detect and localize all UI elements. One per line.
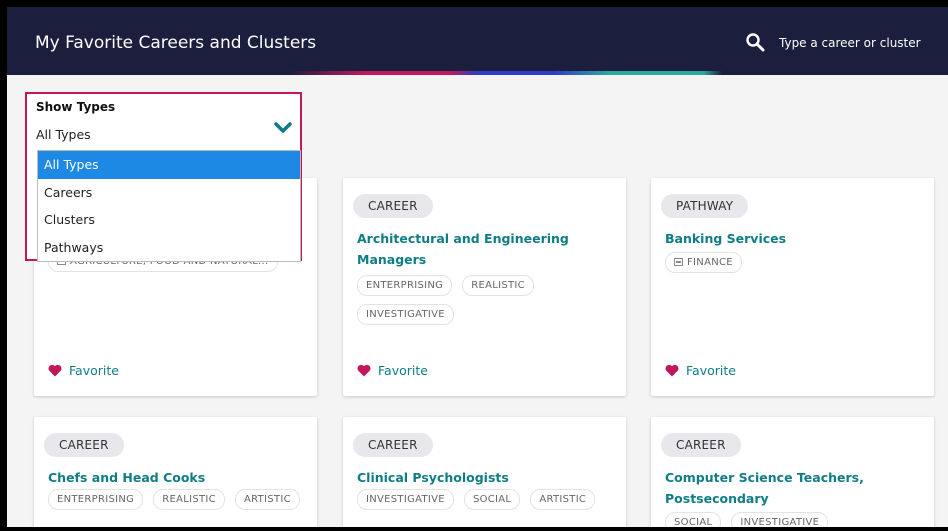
card-type-badge: CAREER: [353, 433, 433, 457]
app-header: My Favorite Careers and Clusters Type a …: [7, 7, 948, 71]
card-title-link[interactable]: Chefs and Head Cooks: [48, 467, 305, 488]
tag: SOCIAL: [463, 489, 521, 510]
tag: ENTERPRISING: [357, 275, 453, 296]
card-title-link[interactable]: Architectural and Engineering Managers: [357, 228, 614, 270]
cluster-icon: [674, 258, 683, 266]
tag: ARTISTIC: [530, 489, 596, 510]
card-tags: INVESTIGATIVE SOCIAL ARTISTIC: [357, 489, 616, 510]
favorite-label: Favorite: [378, 363, 428, 378]
card-type-badge: CAREER: [661, 433, 741, 457]
tag: ARTISTIC: [234, 489, 300, 510]
favorite-label: Favorite: [69, 363, 119, 378]
favorite-button[interactable]: Favorite: [665, 363, 736, 378]
tag: REALISTIC: [153, 489, 225, 510]
card-tags: FINANCE: [665, 252, 924, 273]
card-title-link[interactable]: Banking Services: [665, 228, 922, 249]
card-title-link[interactable]: Computer Science Teachers, Postsecondary: [665, 467, 922, 509]
heart-icon: [665, 364, 679, 377]
option-all-types[interactable]: All Types: [38, 151, 300, 179]
favorite-button[interactable]: Favorite: [357, 363, 428, 378]
card-type-badge: CAREER: [44, 433, 124, 457]
search-input[interactable]: Type a career or cluster: [779, 36, 921, 50]
card-tags: ENTERPRISING REALISTIC ARTISTIC: [48, 489, 307, 510]
card-title-link[interactable]: Clinical Psychologists: [357, 467, 614, 488]
heart-icon: [48, 364, 62, 377]
frame-top: [0, 0, 948, 7]
card-type-badge: PATHWAY: [661, 194, 749, 218]
favorite-button[interactable]: Favorite: [48, 363, 119, 378]
result-card[interactable]: CAREER Clinical Psychologists INVESTIGAT…: [343, 417, 626, 531]
cluster-tag: FINANCE: [665, 252, 742, 273]
card-tags: ENTERPRISING REALISTIC INVESTIGATIVE: [357, 275, 557, 325]
tag: ENTERPRISING: [48, 489, 144, 510]
filter-selected-value[interactable]: All Types: [36, 127, 91, 142]
option-clusters[interactable]: Clusters: [38, 206, 300, 234]
filter-options-list: All Types Careers Clusters Pathways: [37, 150, 301, 262]
tag: INVESTIGATIVE: [357, 489, 454, 510]
filter-label: Show Types: [36, 100, 116, 114]
show-types-filter[interactable]: Show Types All Types All Types Careers C…: [25, 92, 302, 262]
main-content: AGRICULTURE, FOOD AND NATURAL... Favorit…: [7, 75, 948, 531]
tag: REALISTIC: [462, 275, 534, 296]
result-card[interactable]: CAREER Chefs and Head Cooks ENTERPRISING…: [34, 417, 317, 531]
result-card[interactable]: PATHWAY Banking Services FINANCE Favorit…: [651, 178, 934, 396]
search-icon[interactable]: [745, 32, 765, 52]
frame-bottom: [0, 527, 948, 531]
option-careers[interactable]: Careers: [38, 179, 300, 207]
favorite-label: Favorite: [686, 363, 736, 378]
tag: INVESTIGATIVE: [357, 304, 454, 325]
card-type-badge: CAREER: [353, 194, 433, 218]
result-card[interactable]: CAREER Architectural and Engineering Man…: [343, 178, 626, 396]
heart-icon: [357, 364, 371, 377]
option-pathways[interactable]: Pathways: [38, 234, 300, 262]
frame-left: [0, 0, 7, 531]
page-title: My Favorite Careers and Clusters: [35, 33, 317, 53]
tag-label: FINANCE: [687, 257, 733, 268]
result-card[interactable]: CAREER Computer Science Teachers, Postse…: [651, 417, 934, 531]
chevron-down-icon[interactable]: [274, 121, 292, 135]
